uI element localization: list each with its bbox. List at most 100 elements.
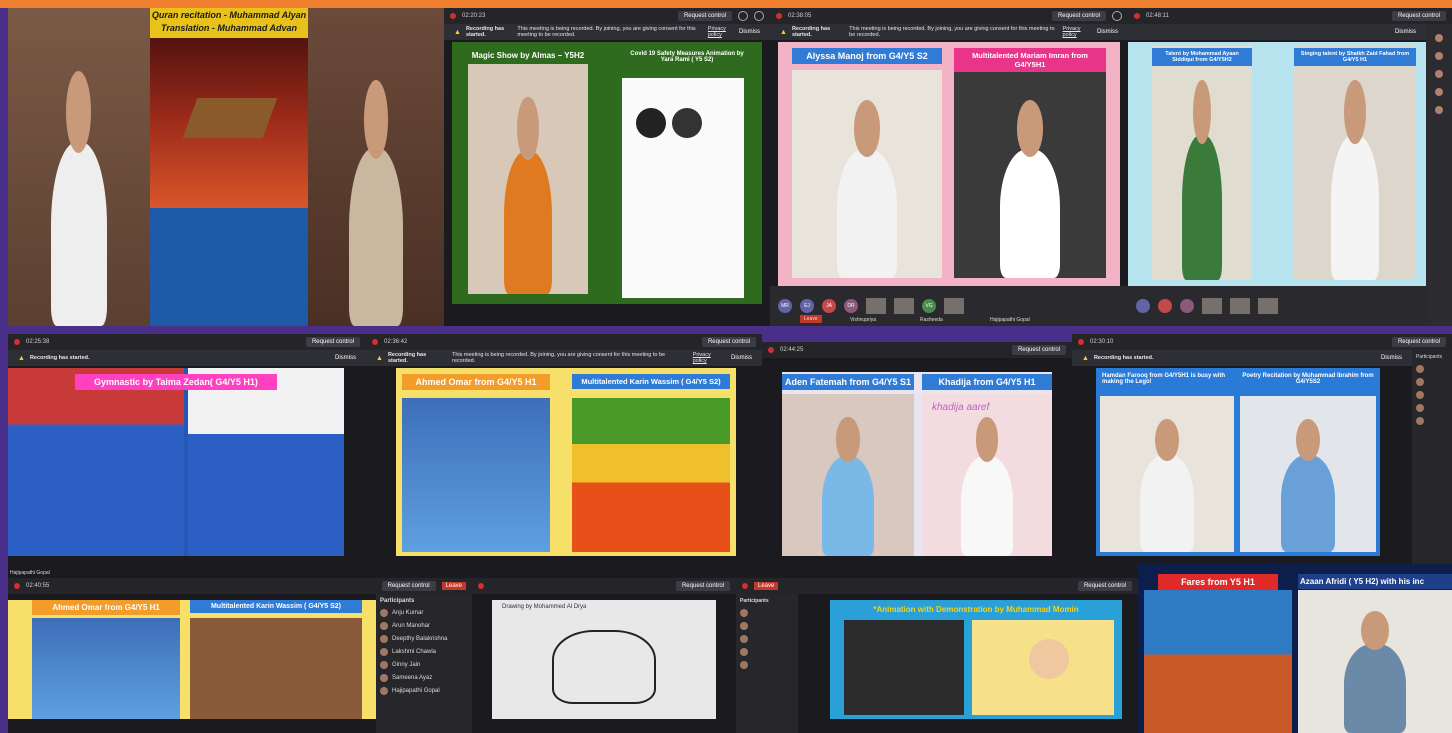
call-timer: 02:48:11 <box>1146 13 1169 19</box>
participant-avatar[interactable] <box>1435 88 1443 96</box>
recording-dot-icon <box>478 583 484 589</box>
participant-row[interactable]: Arun Manohar <box>380 622 468 630</box>
participant-row[interactable] <box>1416 417 1448 425</box>
magic-show-panel <box>468 64 588 294</box>
participant-row[interactable] <box>1416 378 1448 386</box>
participant-avatar[interactable]: EJ <box>800 299 814 313</box>
participant-video-thumb[interactable] <box>944 298 964 314</box>
participant-video-thumb[interactable] <box>866 298 886 314</box>
participant-sidebar[interactable] <box>1426 24 1452 326</box>
participant-row[interactable] <box>740 648 794 656</box>
tile-swim-painting: 02:36:42 Request control ▲ Recording has… <box>366 334 762 578</box>
participant-avatar[interactable] <box>1435 106 1443 114</box>
participant-avatar[interactable]: MR <box>778 299 792 313</box>
recording-dot-icon <box>372 339 378 345</box>
call-timer: 02:30:10 <box>1090 339 1114 345</box>
dismiss-button[interactable]: Dismiss <box>1381 355 1402 361</box>
privacy-policy-link[interactable]: Privacy policy <box>708 26 734 38</box>
participant-avatar <box>380 622 388 630</box>
participant-row[interactable] <box>740 635 794 643</box>
dismiss-button[interactable]: Dismiss <box>1395 29 1416 35</box>
participant-row[interactable] <box>740 622 794 630</box>
dismiss-button[interactable]: Dismiss <box>335 355 356 361</box>
participant-video-thumb[interactable] <box>1230 298 1250 314</box>
privacy-policy-link[interactable]: Privacy policy <box>1063 26 1092 38</box>
leave-button[interactable]: Leave <box>441 582 466 590</box>
participant-video-thumb[interactable] <box>1202 298 1222 314</box>
tile-swim-painting-2: 02:40:55 Request control Leave Ahmed Oma… <box>8 578 472 733</box>
shared-screen: *Animation with Demonstration by Muhamma… <box>830 600 1122 719</box>
participant-avatar[interactable] <box>1180 299 1194 313</box>
participant-row[interactable] <box>740 609 794 617</box>
participant-row[interactable]: Ginny Jain <box>380 661 468 669</box>
request-control-button[interactable]: Request control <box>305 337 360 347</box>
participant-row[interactable] <box>1416 404 1448 412</box>
participants-panel[interactable]: Participants <box>736 594 798 733</box>
presenter-video <box>1280 418 1336 552</box>
request-control-button[interactable]: Request control <box>1391 337 1446 347</box>
meeting-collage: Quran recitation - Muhammad Alyan Transl… <box>0 8 1452 733</box>
participant-avatar <box>740 661 748 669</box>
participant-avatar[interactable] <box>1435 34 1443 42</box>
participant-row[interactable]: Anju Kumar <box>380 609 468 617</box>
participant-avatar[interactable] <box>1435 52 1443 60</box>
participant-avatar[interactable]: DR <box>844 299 858 313</box>
presenter-video <box>504 97 552 294</box>
leave-button[interactable]: Leave <box>800 315 822 323</box>
participant-row[interactable]: Sameena Ayaz <box>380 674 468 682</box>
swim-panel <box>402 398 550 552</box>
tile-fares-azaan: Fares from Y5 H1 Azaan Afridi ( Y5 H2) w… <box>1138 564 1452 733</box>
tile-toolbar: 02:20:23 Request control <box>444 8 770 24</box>
quran-title-strip: Quran recitation - Muhammad Alyan Transl… <box>150 8 308 38</box>
covid-animation-panel <box>622 78 744 298</box>
participant-avatar <box>1416 365 1424 373</box>
request-control-button[interactable]: Request control <box>1051 11 1106 21</box>
participant-video-thumb[interactable] <box>1258 298 1278 314</box>
recording-dot-icon <box>14 583 20 589</box>
tile-magic-show: 02:20:23 Request control ▲ Recording has… <box>444 8 770 326</box>
participant-row[interactable] <box>1416 365 1448 373</box>
request-control-button[interactable]: Request control <box>381 581 436 591</box>
participant-avatar[interactable]: JA <box>822 299 836 313</box>
participant-avatar <box>1416 391 1424 399</box>
participant-avatar[interactable] <box>1435 70 1443 78</box>
participant-avatar[interactable] <box>1158 299 1172 313</box>
request-control-button[interactable]: Request control <box>677 11 732 21</box>
khadija-watermark: khadija aaref <box>932 402 990 413</box>
people-icon[interactable] <box>738 11 748 21</box>
privacy-policy-link[interactable]: Privacy policy <box>693 352 726 364</box>
participant-avatar[interactable] <box>1136 299 1150 313</box>
ibrahim-panel <box>1240 396 1376 552</box>
participant-avatar <box>740 635 748 643</box>
recording-banner: ▲ Recording has started. Dismiss <box>8 350 366 366</box>
participants-panel[interactable]: Participants Anju Kumar Arun Manohar Dee… <box>376 594 472 733</box>
azaan-caption: Azaan Afridi ( Y5 H2) with his inc <box>1298 574 1452 589</box>
tile-alyssa-mariam: 02:38:05 Request control ▲ Recording has… <box>770 8 1128 326</box>
request-control-button[interactable]: Request control <box>1077 581 1132 591</box>
participant-row[interactable]: Deepthy Balakrishna <box>380 635 468 643</box>
request-control-button[interactable]: Request control <box>1391 11 1446 21</box>
dismiss-button[interactable]: Dismiss <box>731 355 752 361</box>
presenter-video <box>999 100 1061 278</box>
participant-row[interactable]: Hajipapathi Gopal <box>380 687 468 695</box>
participant-name: Rasheeda <box>920 317 943 323</box>
people-icon[interactable] <box>1112 11 1122 21</box>
chat-icon[interactable] <box>754 11 764 21</box>
request-control-button[interactable]: Request control <box>675 581 730 591</box>
participant-avatar <box>380 609 388 617</box>
dismiss-button[interactable]: Dismiss <box>739 29 760 35</box>
call-timer: 02:36:42 <box>384 339 408 345</box>
dismiss-button[interactable]: Dismiss <box>1097 29 1118 35</box>
participant-row[interactable] <box>740 661 794 669</box>
participants-panel[interactable]: Participants <box>1412 350 1452 578</box>
participant-row[interactable]: Lakshmi Chawla <box>380 648 468 656</box>
ayaan-caption: Talent by Mohammad Ayaan Siddiqui from G… <box>1152 48 1252 66</box>
tile-toolbar: 02:30:10 Request control <box>1072 334 1452 350</box>
participant-avatar[interactable]: VG <box>922 299 936 313</box>
request-control-button[interactable]: Request control <box>1011 345 1066 355</box>
participant-name: Anju Kumar <box>392 610 424 616</box>
leave-button[interactable]: Leave <box>754 582 779 590</box>
participant-row[interactable] <box>1416 391 1448 399</box>
participant-video-thumb[interactable] <box>894 298 914 314</box>
request-control-button[interactable]: Request control <box>701 337 756 347</box>
